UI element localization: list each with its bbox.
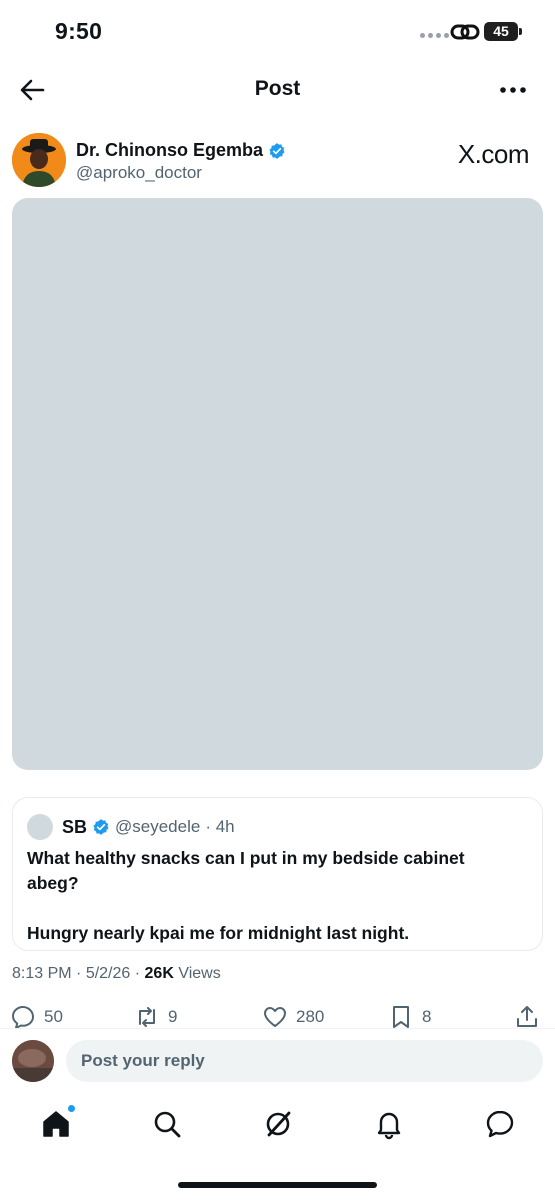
bookmark-icon — [393, 1006, 409, 1028]
status-bar: 9:50 45 — [0, 0, 555, 62]
messages-icon — [486, 1110, 514, 1138]
tab-home[interactable] — [40, 1105, 75, 1140]
status-time: 9:50 — [55, 18, 103, 44]
page-title: Post — [254, 77, 301, 100]
repost-icon — [139, 1007, 155, 1027]
author-name-row[interactable]: Dr. Chinonso Egemba — [76, 140, 286, 161]
author-handle[interactable]: @aproko_doctor — [76, 163, 202, 183]
post-media[interactable] — [12, 198, 543, 770]
notifications-icon — [377, 1112, 401, 1140]
verified-badge-icon — [93, 819, 109, 835]
share-button[interactable] — [514, 1004, 540, 1030]
home-indicator — [178, 1182, 377, 1188]
tab-search[interactable] — [151, 1108, 183, 1140]
repost-count: 9 — [168, 1007, 178, 1026]
quote-avatar — [27, 814, 53, 840]
reply-input[interactable] — [66, 1040, 543, 1082]
tab-messages[interactable] — [484, 1108, 516, 1140]
search-icon — [154, 1111, 181, 1138]
home-icon — [43, 1111, 69, 1137]
reply-count: 50 — [44, 1007, 63, 1026]
post-timestamp: 8:13 PM · 5/2/26 · 26K Views — [12, 965, 221, 982]
post-date: 5/2/26 — [85, 965, 131, 982]
quote-age: · 4h — [205, 817, 235, 836]
xcom-watermark: X.com — [457, 139, 530, 169]
quoted-post[interactable]: SB @seyedele · 4h What healthy snacks ca… — [12, 797, 543, 951]
author-avatar[interactable] — [12, 133, 66, 187]
bookmark-button[interactable]: 8 — [388, 1004, 431, 1030]
quote-text: What healthy snacks can I put in my beds… — [27, 848, 465, 943]
my-avatar[interactable] — [12, 1040, 54, 1082]
notification-dot — [68, 1105, 75, 1112]
verified-badge-icon — [269, 142, 285, 159]
views-count[interactable]: 26K — [145, 965, 174, 982]
quote-author-handle: @seyedele — [115, 817, 201, 836]
post-header: Post — [0, 62, 555, 117]
views-label: Views — [178, 965, 221, 982]
quote-header: SB @seyedele · 4h — [27, 814, 235, 840]
like-button[interactable]: 280 — [262, 1004, 324, 1030]
signal-icon — [420, 33, 449, 38]
divider — [0, 1028, 555, 1029]
post-author: Dr. Chinonso Egemba @aproko_doctor X.com — [12, 133, 543, 191]
author-name[interactable]: Dr. Chinonso Egemba — [76, 140, 263, 161]
bookmark-count: 8 — [422, 1007, 432, 1026]
battery-icon: 45 — [484, 22, 522, 41]
repost-button[interactable]: 9 — [134, 1004, 177, 1030]
bottom-tab-bar — [0, 1100, 555, 1150]
tab-notifications[interactable] — [373, 1108, 405, 1140]
like-icon — [264, 1007, 286, 1027]
share-icon — [517, 1006, 537, 1027]
grok-icon — [266, 1111, 291, 1137]
link-icon — [450, 24, 480, 40]
post-time: 8:13 PM — [12, 965, 72, 982]
like-count: 280 — [296, 1007, 325, 1026]
reply-icon — [12, 1006, 34, 1029]
tab-grok[interactable] — [262, 1108, 294, 1140]
more-icon[interactable] — [497, 74, 529, 106]
reply-button[interactable]: 50 — [10, 1004, 63, 1030]
quote-author-name: SB — [62, 816, 88, 837]
